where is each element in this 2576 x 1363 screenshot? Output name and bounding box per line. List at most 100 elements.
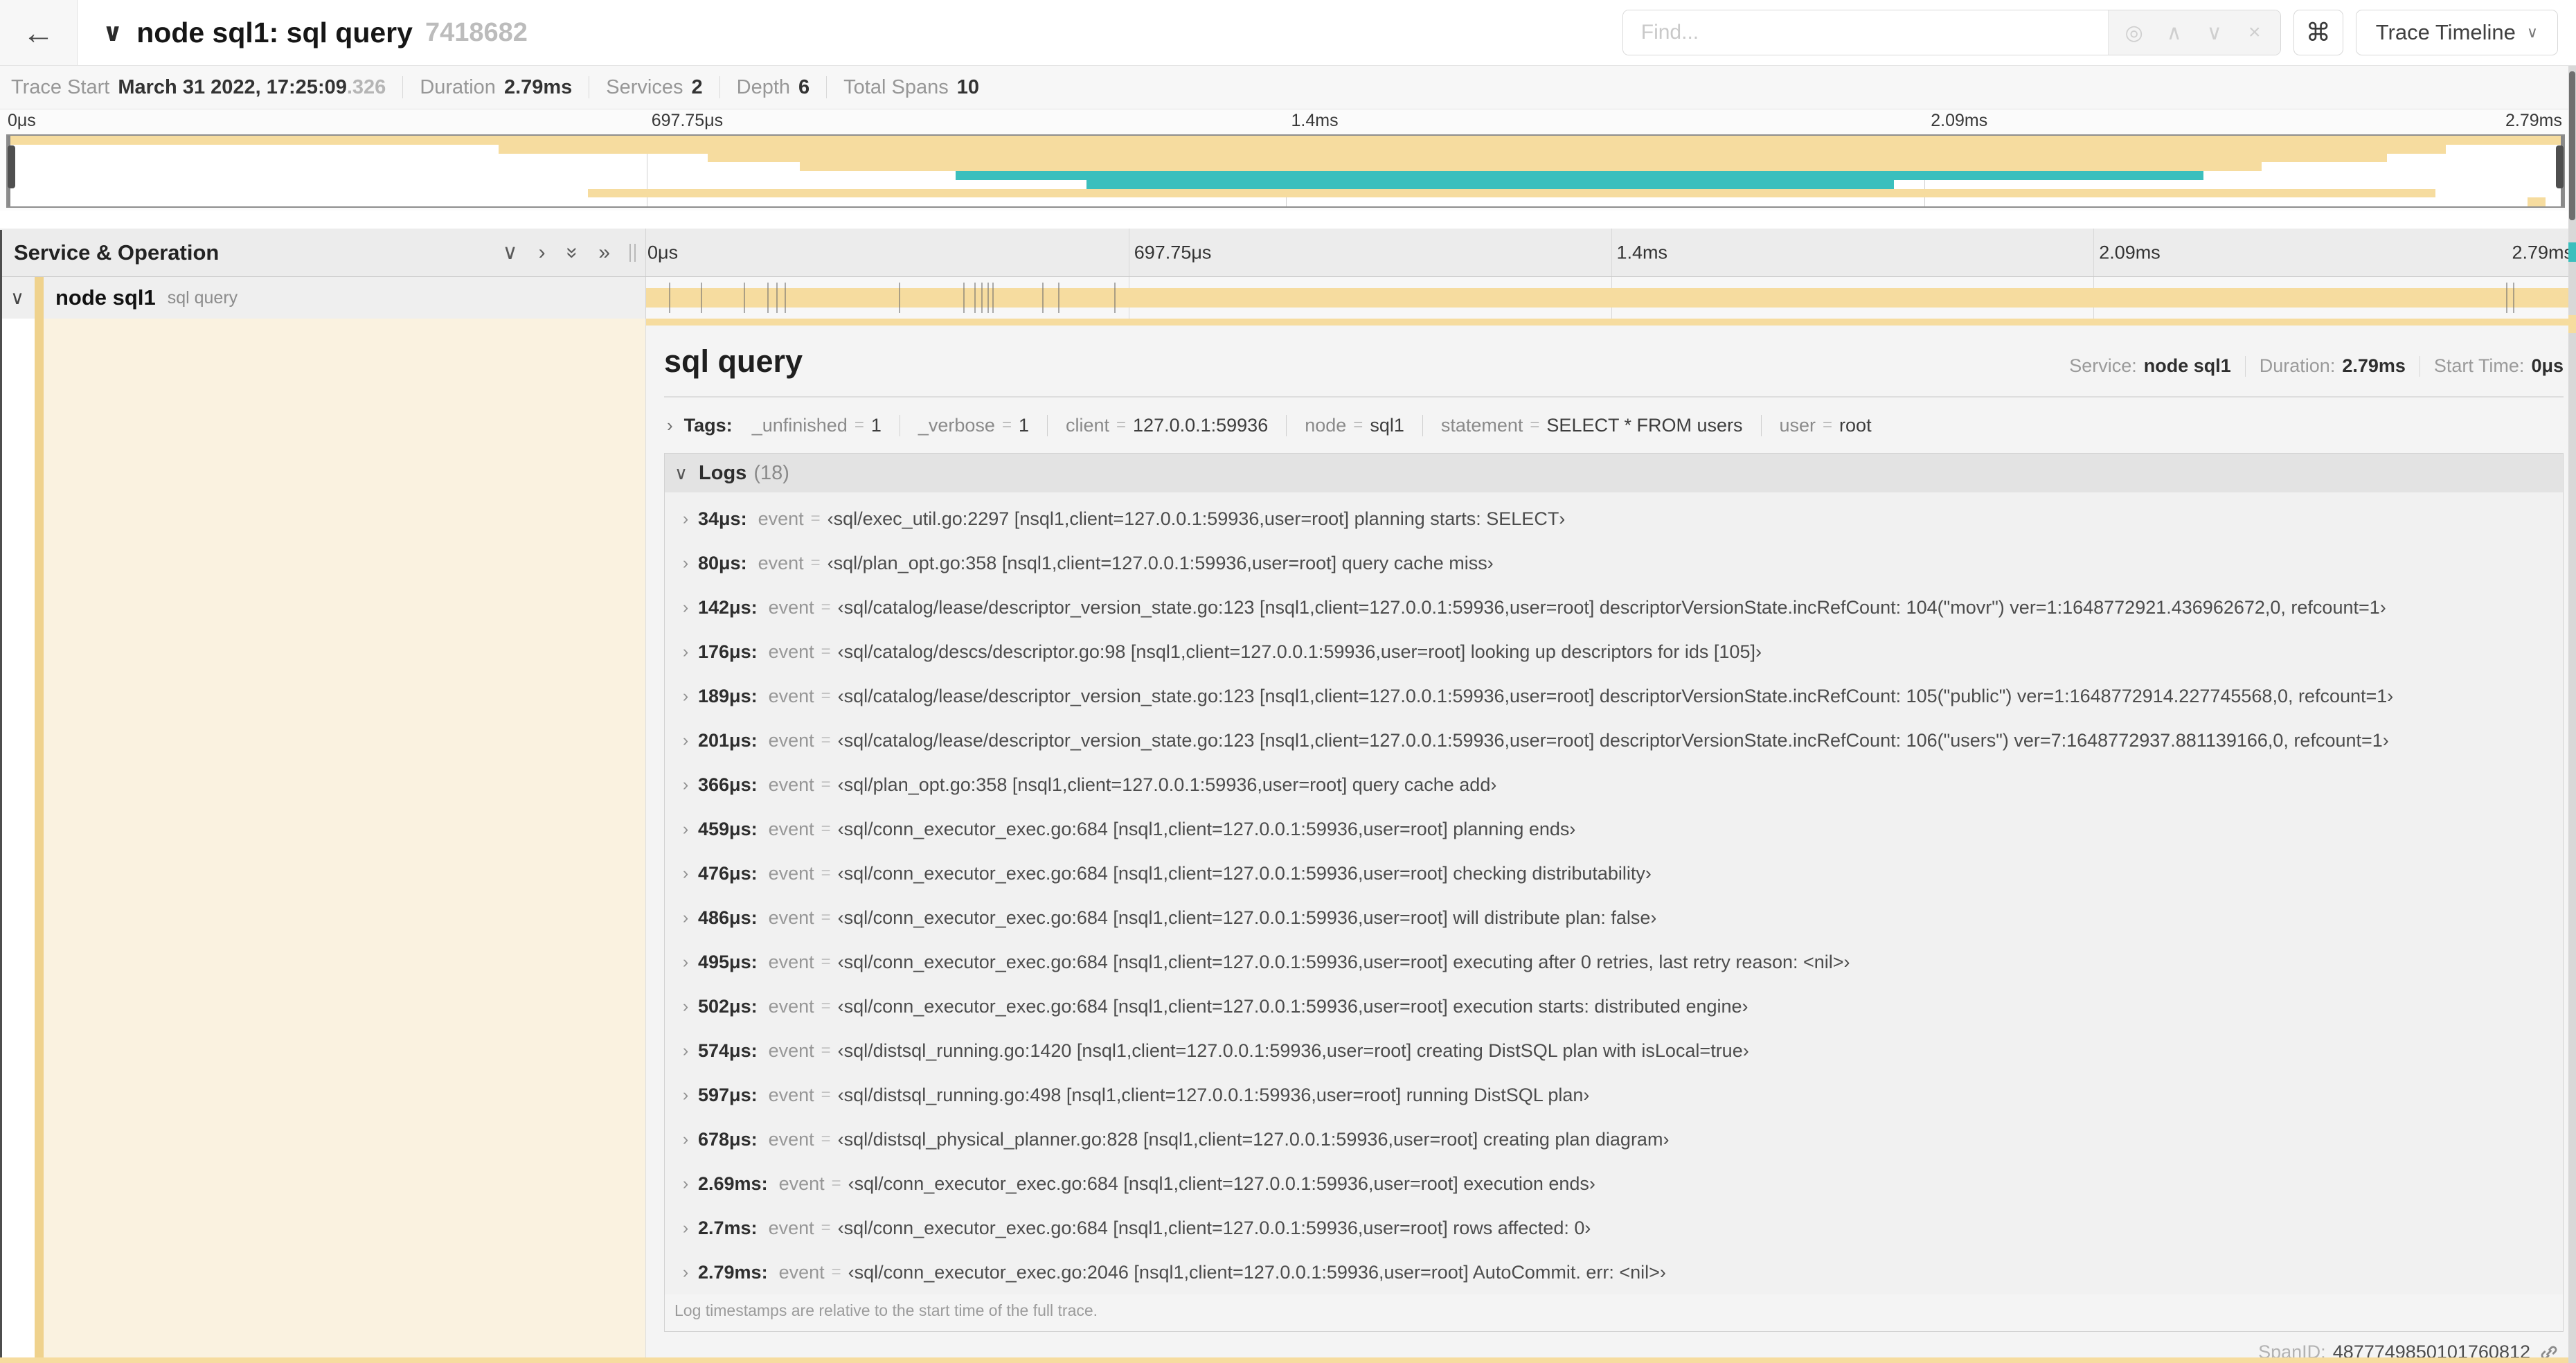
log-timestamp: 142μs:: [698, 596, 758, 618]
tag-value: 1: [870, 414, 882, 436]
collapse-all-icon[interactable]: »: [561, 247, 584, 258]
log-expand-icon[interactable]: ›: [673, 1263, 698, 1283]
log-expand-icon[interactable]: ›: [673, 553, 698, 573]
log-expand-icon[interactable]: ›: [673, 1174, 698, 1194]
logs-block: ∨ Logs (18) › 34μs: event = ‹sql/exec_util.g…: [664, 453, 2564, 1332]
log-expand-icon[interactable]: ›: [673, 598, 698, 618]
log-entry-row[interactable]: › 2.7ms: event = ‹sql/conn_executor_exec.go:…: [665, 1206, 2563, 1250]
log-timestamp: 80μs:: [698, 552, 747, 573]
tag-item: node = sql1: [1286, 414, 1422, 436]
log-entry-row[interactable]: › 486μs: event = ‹sql/conn_executor_exec.go:…: [665, 896, 2563, 940]
minimap-canvas[interactable]: [6, 134, 2565, 208]
log-event-key: event: [768, 1040, 814, 1061]
span-log-marker: [987, 283, 990, 313]
clear-search-icon[interactable]: ×: [2235, 21, 2275, 44]
trace-duration: Duration 2.79ms: [420, 76, 572, 99]
log-expand-icon[interactable]: ›: [673, 1085, 698, 1105]
log-entry-row[interactable]: › 201μs: event = ‹sql/catalog/lease/descript…: [665, 718, 2563, 763]
equals-sign: =: [831, 1174, 841, 1193]
logs-header[interactable]: ∨ Logs (18): [665, 454, 2563, 492]
span-detail-meta: Service: node sql1 Duration: 2.79ms Star…: [2069, 355, 2564, 377]
equals-sign: =: [1001, 416, 1012, 434]
trace-title: node sql1: sql query: [136, 16, 413, 48]
back-button[interactable]: ←: [0, 0, 78, 65]
tags-row[interactable]: › Tags: _unfinished = 1 _verbose = 1 client = 12…: [664, 407, 2564, 443]
tag-key: statement: [1440, 414, 1523, 436]
log-entry-row[interactable]: › 2.69ms: event = ‹sql/conn_executor_exec.go…: [665, 1161, 2563, 1206]
service-value: node sql1: [2143, 355, 2231, 376]
log-entry-row[interactable]: › 34μs: event = ‹sql/exec_util.go:2297 [nsql…: [665, 497, 2563, 541]
span-log-marker: [974, 283, 976, 313]
logs-footer-note: Log timestamps are relative to the start…: [674, 1301, 1098, 1319]
keyboard-shortcuts-button[interactable]: ⌘: [2293, 10, 2343, 55]
span-color-stripe: [35, 277, 44, 319]
trace-start: Trace Start March 31 2022, 17:25:09.326: [11, 76, 386, 99]
minimap-right-scrubber[interactable]: [2556, 136, 2564, 206]
log-expand-icon[interactable]: ›: [673, 864, 698, 884]
log-entry-row[interactable]: › 80μs: event = ‹sql/plan_opt.go:358 [nsql1,…: [665, 541, 2563, 585]
log-timestamp: 2.79ms:: [698, 1261, 768, 1283]
collapse-trace-icon[interactable]: ∨: [102, 18, 123, 47]
log-entry-row[interactable]: › 2.79ms: event = ‹sql/conn_executor_exec.go…: [665, 1250, 2563, 1294]
tick-label: 2.09ms: [1931, 111, 1988, 130]
tick-label: 2.09ms: [2099, 242, 2161, 262]
log-expand-icon[interactable]: ›: [673, 686, 698, 706]
tag-value: root: [1839, 414, 1872, 436]
scrollbar-thumb[interactable]: [2569, 71, 2575, 220]
log-entry-row[interactable]: › 574μs: event = ‹sql/distsql_running.go:142…: [665, 1028, 2563, 1073]
expand-one-icon[interactable]: ›: [539, 242, 546, 263]
minimap-left-scrubber[interactable]: [8, 136, 15, 206]
log-entry-row[interactable]: › 502μs: event = ‹sql/conn_executor_exec.go:…: [665, 984, 2563, 1028]
expand-all-icon[interactable]: »: [598, 242, 610, 263]
log-expand-icon[interactable]: ›: [673, 952, 698, 972]
log-expand-icon[interactable]: ›: [673, 819, 698, 839]
logs-count: (18): [753, 461, 789, 484]
log-entry-row[interactable]: › 495μs: event = ‹sql/conn_executor_exec.go:…: [665, 940, 2563, 984]
trace-view-dropdown[interactable]: Trace Timeline ∨: [2355, 10, 2558, 55]
tag-value: sql1: [1370, 414, 1404, 436]
log-expand-icon[interactable]: ›: [673, 997, 698, 1017]
column-resize-handle[interactable]: [629, 243, 636, 262]
log-entry-row[interactable]: › 189μs: event = ‹sql/catalog/lease/descript…: [665, 674, 2563, 718]
collapse-one-icon[interactable]: ∨: [503, 242, 518, 263]
log-entry-row[interactable]: › 459μs: event = ‹sql/conn_executor_exec.go:…: [665, 807, 2563, 851]
span-row-name-column[interactable]: ∨ node sql1 sql query: [0, 277, 645, 319]
log-entry-row[interactable]: › 476μs: event = ‹sql/conn_executor_exec.go:…: [665, 851, 2563, 896]
log-entry-row[interactable]: › 366μs: event = ‹sql/plan_opt.go:358 [nsql1…: [665, 763, 2563, 807]
log-entry-row[interactable]: › 597μs: event = ‹sql/distsql_running.go:498…: [665, 1073, 2563, 1117]
span-collapse-icon[interactable]: ∨: [0, 287, 35, 309]
span-log-marker: [2506, 283, 2508, 313]
span-duration-bar[interactable]: [646, 288, 2576, 308]
log-expand-icon[interactable]: ›: [673, 1218, 698, 1238]
scrubber-grip[interactable]: [2556, 145, 2564, 188]
span-bar-cell[interactable]: [645, 277, 2576, 319]
span-log-marker: [1114, 283, 1116, 313]
find-input[interactable]: [1622, 10, 2108, 55]
log-entry-row[interactable]: › 678μs: event = ‹sql/distsql_physical_plann…: [665, 1117, 2563, 1161]
tags-expand-icon[interactable]: ›: [667, 415, 673, 436]
log-expand-icon[interactable]: ›: [673, 642, 698, 662]
next-result-icon[interactable]: ∨: [2194, 21, 2235, 45]
equals-sign: =: [821, 819, 831, 838]
log-expand-icon[interactable]: ›: [673, 775, 698, 795]
command-icon: ⌘: [2305, 18, 2331, 46]
log-expand-icon[interactable]: ›: [673, 908, 698, 928]
prev-result-icon[interactable]: ∧: [2154, 21, 2194, 45]
locate-icon[interactable]: ◎: [2114, 21, 2154, 45]
trace-services: Services 2: [606, 76, 702, 99]
tag-value: 1: [1018, 414, 1029, 436]
vertical-scrollbar[interactable]: [2568, 66, 2576, 1363]
minimap-span-bar: [800, 162, 2262, 171]
equals-sign: =: [821, 775, 831, 794]
log-expand-icon[interactable]: ›: [673, 731, 698, 751]
log-event-key: event: [768, 1217, 814, 1238]
logs-collapse-icon[interactable]: ∨: [674, 463, 688, 484]
log-event-value: ‹sql/catalog/descs/descriptor.go:98 [nsq…: [837, 641, 1762, 662]
scrubber-grip[interactable]: [8, 145, 15, 188]
log-expand-icon[interactable]: ›: [673, 1041, 698, 1061]
log-event-key: event: [768, 1128, 814, 1150]
log-expand-icon[interactable]: ›: [673, 1130, 698, 1150]
log-entry-row[interactable]: › 176μs: event = ‹sql/catalog/descs/descript…: [665, 630, 2563, 674]
log-expand-icon[interactable]: ›: [673, 509, 698, 529]
log-entry-row[interactable]: › 142μs: event = ‹sql/catalog/lease/descript…: [665, 585, 2563, 630]
